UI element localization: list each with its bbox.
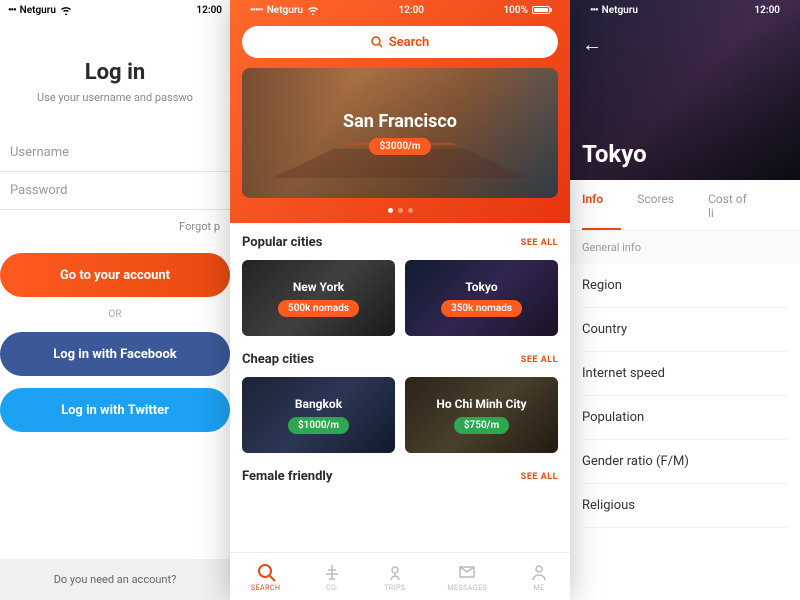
login-title: Log in xyxy=(0,60,230,85)
battery-icon xyxy=(532,6,550,14)
back-button[interactable]: ← xyxy=(582,32,602,57)
tab-label: TRIPS xyxy=(384,584,405,592)
tab-bar: SEARCH CO- TRIPS MESSAGES ME xyxy=(230,552,570,600)
tab-label: MESSAGES xyxy=(447,584,487,592)
info-row[interactable]: Gender ratio (F/M) xyxy=(582,440,788,484)
status-time: 12:00 xyxy=(754,5,780,16)
tab-trips[interactable]: TRIPS xyxy=(384,562,405,592)
city-badge: $750/m xyxy=(454,417,509,434)
city-name: Tokyo xyxy=(465,280,497,294)
signal-dots-icon: ••• xyxy=(8,5,16,16)
section-title: Female friendly xyxy=(242,469,332,484)
info-row[interactable]: Population xyxy=(582,396,788,440)
or-divider: OR xyxy=(0,309,230,320)
signal-dots-icon: ••• xyxy=(590,5,598,16)
wifi-icon xyxy=(307,5,319,15)
hero-city-card[interactable]: San Francisco $3000/m xyxy=(242,68,558,198)
login-subtitle: Use your username and passwo xyxy=(0,91,230,104)
search-bar[interactable]: Search xyxy=(242,26,558,58)
city-name: Ho Chi Minh City xyxy=(436,397,526,411)
see-all-link[interactable]: SEE ALL xyxy=(521,472,558,482)
status-time: 12:00 xyxy=(398,5,424,16)
city-badge: $1000/m xyxy=(288,417,349,434)
forgot-password-link[interactable]: Forgot p xyxy=(0,210,230,253)
hero-city-name: San Francisco xyxy=(343,111,457,132)
battery-percent: 100% xyxy=(503,5,528,16)
twitter-login-button[interactable]: Log in with Twitter xyxy=(0,388,230,432)
see-all-link[interactable]: SEE ALL xyxy=(521,355,558,365)
tab-label: CO- xyxy=(326,584,339,592)
me-icon xyxy=(529,562,549,582)
carrier-label: Netguru xyxy=(20,5,56,16)
status-bar: ••••• Netguru 12:00 100% xyxy=(242,0,558,20)
status-time: 12:00 xyxy=(196,5,222,16)
detail-tabs: Info Scores Cost of li xyxy=(570,180,800,231)
search-label: Search xyxy=(389,35,430,50)
wifi-icon xyxy=(60,5,72,15)
city-card[interactable]: Tokyo 350k nomads xyxy=(405,260,558,336)
search-icon xyxy=(371,36,383,48)
signal-dots-icon: ••••• xyxy=(250,5,263,16)
city-name: New York xyxy=(293,280,344,294)
city-badge: 500k nomads xyxy=(278,300,359,317)
tab-messages[interactable]: MESSAGES xyxy=(447,562,487,592)
cowork-icon xyxy=(322,562,342,582)
carousel-dots xyxy=(242,208,558,213)
discover-screen: ••••• Netguru 12:00 100% Search San Fran… xyxy=(230,0,570,600)
city-badge: 350k nomads xyxy=(441,300,522,317)
info-row[interactable]: Country xyxy=(582,308,788,352)
city-detail-screen: ••• Netguru 12:00 ← Tokyo Info Scores Cost… xyxy=(570,0,800,600)
page-dot[interactable] xyxy=(408,208,413,213)
signup-prompt[interactable]: Do you need an account? xyxy=(0,559,230,600)
section-subhead: General info xyxy=(570,231,800,264)
status-bar: ••• Netguru 12:00 xyxy=(582,0,788,20)
tab-me[interactable]: ME xyxy=(529,562,549,592)
city-hero: ••• Netguru 12:00 ← Tokyo xyxy=(570,0,800,180)
username-field[interactable]: Username xyxy=(0,134,230,172)
info-list: RegionCountryInternet speedPopulationGen… xyxy=(570,264,800,528)
city-card[interactable]: Bangkok $1000/m xyxy=(242,377,395,453)
login-screen: ••• Netguru 12:00 Log in Use your userna… xyxy=(0,0,230,600)
search-icon xyxy=(256,562,276,582)
status-bar: ••• Netguru 12:00 xyxy=(0,0,230,20)
messages-icon xyxy=(457,562,477,582)
hero-price-badge: $3000/m xyxy=(369,138,430,155)
detail-tab[interactable]: Info xyxy=(582,180,621,230)
section-title: Popular cities xyxy=(242,235,322,250)
go-to-account-button[interactable]: Go to your account xyxy=(0,253,230,297)
city-name: Bangkok xyxy=(295,397,342,411)
info-row[interactable]: Religious xyxy=(582,484,788,528)
trips-icon xyxy=(385,562,405,582)
section-title: Cheap cities xyxy=(242,352,314,367)
see-all-link[interactable]: SEE ALL xyxy=(521,238,558,248)
tab-label: ME xyxy=(534,584,545,592)
detail-tab[interactable]: Cost of li xyxy=(708,180,772,230)
city-card[interactable]: New York 500k nomads xyxy=(242,260,395,336)
carrier-label: Netguru xyxy=(267,5,303,16)
tab-search[interactable]: SEARCH xyxy=(251,562,281,592)
info-row[interactable]: Region xyxy=(582,264,788,308)
page-dot[interactable] xyxy=(398,208,403,213)
detail-tab[interactable]: Scores xyxy=(637,180,692,230)
city-title: Tokyo xyxy=(582,140,647,168)
carrier-label: Netguru xyxy=(602,5,638,16)
tab-label: SEARCH xyxy=(251,584,281,592)
page-dot[interactable] xyxy=(388,208,393,213)
facebook-login-button[interactable]: Log in with Facebook xyxy=(0,332,230,376)
password-field[interactable]: Password xyxy=(0,172,230,210)
info-row[interactable]: Internet speed xyxy=(582,352,788,396)
tab-cowork[interactable]: CO- xyxy=(322,562,342,592)
city-card[interactable]: Ho Chi Minh City $750/m xyxy=(405,377,558,453)
